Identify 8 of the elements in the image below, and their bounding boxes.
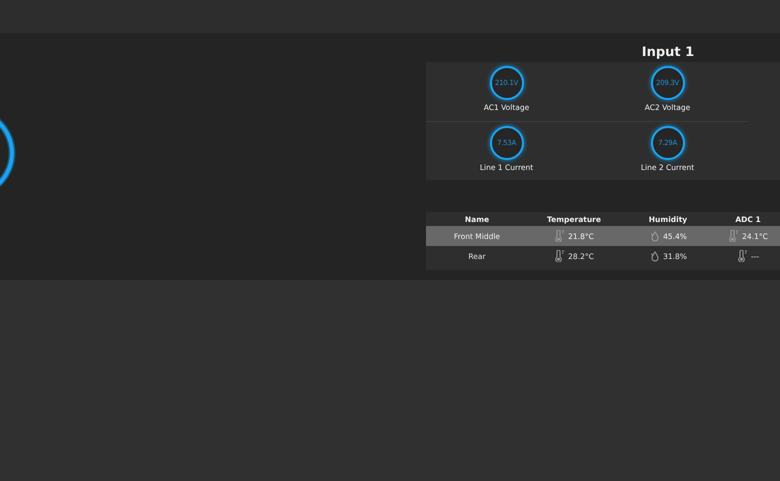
- thermometer-icon: [728, 230, 740, 242]
- thermometer-icon: [554, 250, 566, 262]
- water-drop-icon: [649, 230, 660, 242]
- thermometer-icon: [736, 250, 748, 262]
- glowing-ring-drawing: [0, 117, 16, 189]
- thermometer-icon: [554, 230, 566, 242]
- water-drop-icon: [649, 250, 660, 262]
- panel-title: Input 1: [640, 44, 696, 62]
